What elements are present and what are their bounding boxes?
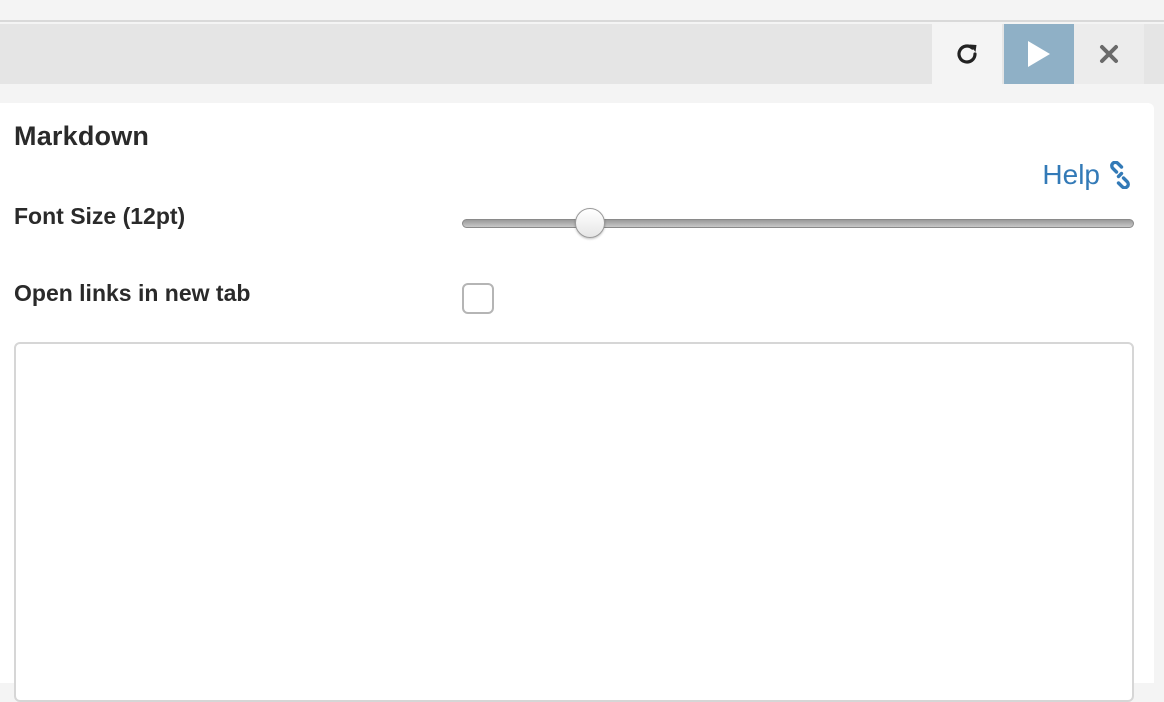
font-size-label: Font Size (12pt): [14, 203, 186, 229]
panel-title: Markdown: [14, 121, 150, 151]
window-top-strip: [0, 0, 1164, 22]
refresh-button[interactable]: [932, 24, 1002, 84]
font-size-slider[interactable]: [462, 207, 1134, 239]
open-links-checkbox[interactable]: [462, 283, 494, 314]
help-link[interactable]: Help: [1042, 159, 1134, 191]
slider-thumb[interactable]: [575, 208, 605, 238]
link-icon: [1110, 161, 1130, 189]
refresh-icon: [957, 44, 977, 64]
play-icon: [1028, 41, 1050, 67]
markdown-editor[interactable]: [14, 342, 1134, 702]
slider-track: [462, 219, 1134, 228]
open-links-label: Open links in new tab: [14, 280, 251, 306]
help-link-label: Help: [1042, 159, 1100, 190]
markdown-settings-panel: Markdown Help Font Size (12pt) Open link…: [0, 103, 1154, 702]
close-button[interactable]: [1074, 24, 1144, 84]
toolbar: [0, 24, 1164, 84]
close-icon: [1100, 45, 1118, 63]
run-button[interactable]: [1004, 24, 1074, 84]
